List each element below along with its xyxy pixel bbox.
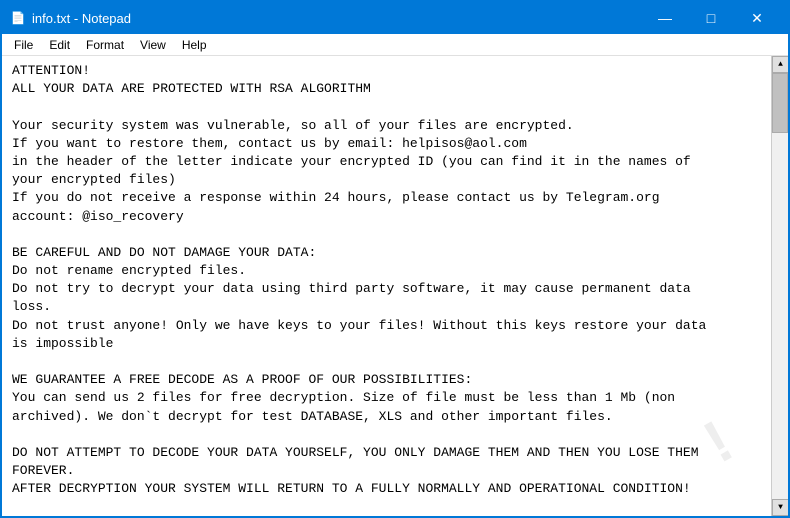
scroll-up-button[interactable]: ▲ [772,56,788,73]
notepad-icon: 📄 [10,10,26,26]
scroll-down-button[interactable]: ▼ [772,499,788,516]
menu-edit[interactable]: Edit [41,36,78,54]
menu-file[interactable]: File [6,36,41,54]
menu-help[interactable]: Help [174,36,215,54]
title-bar: 📄 info.txt - Notepad — □ ✕ [2,2,788,34]
scroll-thumb[interactable] [772,73,788,133]
minimize-button[interactable]: — [642,2,688,34]
menu-bar: File Edit Format View Help [2,34,788,56]
window-title: info.txt - Notepad [32,11,131,26]
scrollbar[interactable]: ▲ ▼ [771,56,788,516]
notepad-window: 📄 info.txt - Notepad — □ ✕ File Edit For… [0,0,790,518]
text-editor[interactable]: ATTENTION! ALL YOUR DATA ARE PROTECTED W… [2,56,771,516]
scroll-track[interactable] [772,73,788,499]
maximize-button[interactable]: □ [688,2,734,34]
title-bar-controls: — □ ✕ [642,2,780,34]
content-area: ATTENTION! ALL YOUR DATA ARE PROTECTED W… [2,56,788,516]
title-bar-left: 📄 info.txt - Notepad [10,10,131,26]
menu-view[interactable]: View [132,36,174,54]
close-button[interactable]: ✕ [734,2,780,34]
menu-format[interactable]: Format [78,36,132,54]
